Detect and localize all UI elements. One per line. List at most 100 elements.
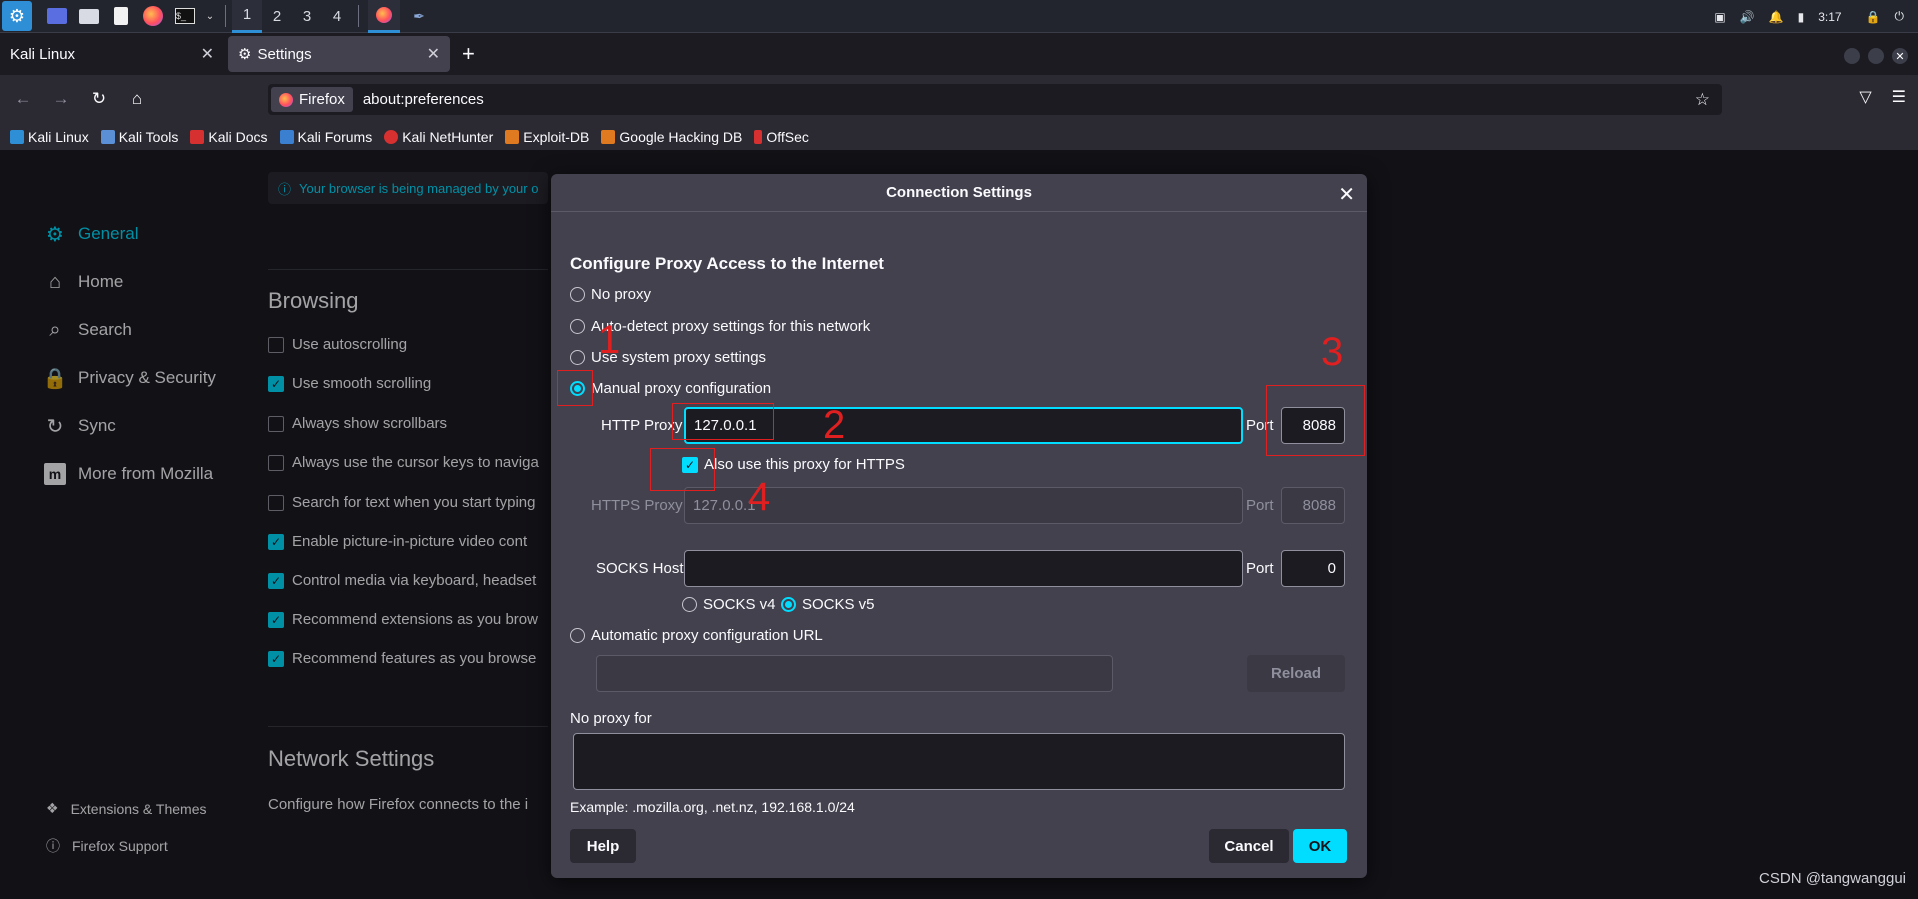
desktop-icon[interactable]: [44, 3, 70, 29]
auto-proxy-url-input[interactable]: [596, 655, 1113, 692]
help-button[interactable]: Help: [570, 829, 636, 863]
radio-label: Auto-detect proxy settings for this netw…: [591, 318, 871, 335]
socks-port-label: Port: [1246, 560, 1274, 577]
reload-button[interactable]: ↻: [84, 84, 114, 114]
notification-bell-icon[interactable]: 🔔: [1769, 10, 1784, 24]
lock-screen-icon[interactable]: 🔒: [1866, 10, 1881, 24]
tab-kali-linux[interactable]: Kali Linux ✕: [0, 36, 224, 72]
checkbox-label: Also use this proxy for HTTPS: [704, 456, 905, 473]
bookmark-kali-forums[interactable]: Kali Forums: [279, 129, 372, 145]
radio-socks-v5[interactable]: SOCKS v5: [781, 596, 875, 613]
workspace-1[interactable]: 1: [232, 0, 262, 33]
connection-settings-dialog: Connection Settings ✕ Configure Proxy Ac…: [551, 174, 1367, 878]
new-tab-button[interactable]: +: [462, 41, 475, 67]
radio-label: SOCKS v5: [802, 596, 875, 613]
back-button[interactable]: ←: [8, 84, 38, 114]
radio-button[interactable]: [570, 350, 585, 365]
socks-host-label: SOCKS Host: [596, 560, 684, 577]
url-bar[interactable]: Firefox about:preferences ☆: [268, 84, 1722, 115]
pocket-icon[interactable]: ▽: [1859, 87, 1871, 107]
display-icon[interactable]: ▣: [1714, 10, 1725, 24]
watermark: CSDN @tangwanggui: [1759, 870, 1906, 887]
maximize-button[interactable]: [1868, 48, 1884, 64]
radio-button[interactable]: [781, 597, 796, 612]
navigation-toolbar: ← → ↻ ⌂ Firefox about:preferences ☆ ▽ ☰: [0, 75, 1918, 123]
radio-no-proxy[interactable]: No proxy: [570, 286, 651, 303]
annotation-box-manual-radio: [557, 370, 593, 406]
workspace-2[interactable]: 2: [262, 0, 292, 33]
https-port-input[interactable]: 8088: [1281, 487, 1345, 524]
bookmark-google-hacking-db[interactable]: Google Hacking DB: [601, 129, 742, 145]
annotation-box-https-checkbox: [650, 448, 715, 491]
radio-button[interactable]: [570, 628, 585, 643]
close-icon[interactable]: ✕: [201, 44, 214, 64]
kali-menu-icon[interactable]: ⚙: [2, 1, 32, 31]
reload-button[interactable]: Reload: [1247, 655, 1345, 692]
https-proxy-label: HTTPS Proxy: [591, 497, 683, 514]
tab-strip: Kali Linux ✕ ⚙ Settings ✕ + ✕: [0, 33, 1918, 75]
bookmark-kali-linux[interactable]: Kali Linux: [10, 129, 89, 145]
workspace-4[interactable]: 4: [322, 0, 352, 33]
bookmark-offsec[interactable]: OffSec: [754, 129, 809, 145]
workspace-3[interactable]: 3: [292, 0, 322, 33]
annotation-box-port: [1266, 385, 1365, 456]
hamburger-menu-icon[interactable]: ☰: [1892, 87, 1906, 107]
tab-settings[interactable]: ⚙ Settings ✕: [228, 36, 450, 72]
close-window-button[interactable]: ✕: [1892, 48, 1908, 64]
url-text[interactable]: about:preferences: [363, 91, 484, 108]
close-icon[interactable]: ✕: [1338, 182, 1355, 207]
forward-button[interactable]: →: [46, 84, 76, 114]
annotation-number-4: 4: [748, 475, 771, 519]
power-icon[interactable]: ⏻: [1895, 9, 1905, 24]
https-port-label: Port: [1246, 497, 1274, 514]
bookmark-star-icon[interactable]: ☆: [1695, 90, 1710, 110]
taskbar-separator: [225, 5, 226, 27]
terminal-icon[interactable]: $_: [172, 3, 198, 29]
cancel-button[interactable]: Cancel: [1209, 829, 1289, 863]
radio-socks-v4[interactable]: SOCKS v4: [682, 596, 776, 613]
dialog-title: Connection Settings: [886, 184, 1032, 201]
no-proxy-for-textarea[interactable]: [573, 733, 1345, 790]
identity-label: Firefox: [299, 91, 345, 108]
system-tray: ▣ 🔊 🔔 ▮ 3:17 🔒 ⏻: [1714, 0, 1918, 33]
also-https-checkbox-row[interactable]: ✓ Also use this proxy for HTTPS: [682, 456, 905, 473]
radio-label: SOCKS v4: [703, 596, 776, 613]
socks-port-input[interactable]: 0: [1281, 550, 1345, 587]
dialog-header: Connection Settings ✕: [551, 174, 1367, 212]
text-editor-icon[interactable]: [108, 3, 134, 29]
chevron-down-icon[interactable]: ⌄: [204, 3, 216, 29]
bookmark-kali-nethunter[interactable]: Kali NetHunter: [384, 129, 493, 145]
volume-icon[interactable]: 🔊: [1740, 10, 1755, 24]
kali-docs-icon: [190, 129, 205, 144]
kali-forums-icon: [279, 129, 294, 144]
bookmark-exploit-db[interactable]: Exploit-DB: [505, 129, 589, 145]
socks-host-input[interactable]: [684, 550, 1243, 587]
radio-button[interactable]: [570, 319, 585, 334]
radio-manual-proxy[interactable]: Manual proxy configuration: [570, 380, 771, 397]
firefox-window-icon[interactable]: [368, 0, 400, 33]
http-proxy-label: HTTP Proxy: [601, 417, 683, 434]
annotation-number-2: 2: [823, 403, 846, 447]
nethunter-icon: [384, 129, 399, 144]
minimize-button[interactable]: [1844, 48, 1860, 64]
radio-auto-proxy-url[interactable]: Automatic proxy configuration URL: [570, 627, 823, 644]
clock[interactable]: 3:17: [1818, 10, 1841, 24]
annotation-box-http-proxy: [672, 403, 774, 440]
firefox-icon[interactable]: [140, 3, 166, 29]
close-icon[interactable]: ✕: [427, 44, 440, 64]
bookmark-kali-docs[interactable]: Kali Docs: [190, 129, 268, 145]
radio-button[interactable]: [682, 597, 697, 612]
ok-button[interactable]: OK: [1293, 829, 1347, 863]
radio-button[interactable]: [570, 287, 585, 302]
kali-window-icon[interactable]: ✒: [406, 3, 432, 29]
ghdb-icon: [601, 129, 616, 144]
home-button[interactable]: ⌂: [122, 84, 152, 114]
battery-icon[interactable]: ▮: [1798, 10, 1805, 24]
bookmark-label: Google Hacking DB: [619, 128, 743, 145]
file-manager-icon[interactable]: [76, 3, 102, 29]
identity-box[interactable]: Firefox: [271, 87, 353, 112]
taskbar-separator: [358, 5, 359, 27]
bookmark-label: Exploit-DB: [523, 128, 590, 145]
gear-icon: ⚙: [238, 46, 252, 63]
bookmark-kali-tools[interactable]: Kali Tools: [100, 129, 178, 145]
